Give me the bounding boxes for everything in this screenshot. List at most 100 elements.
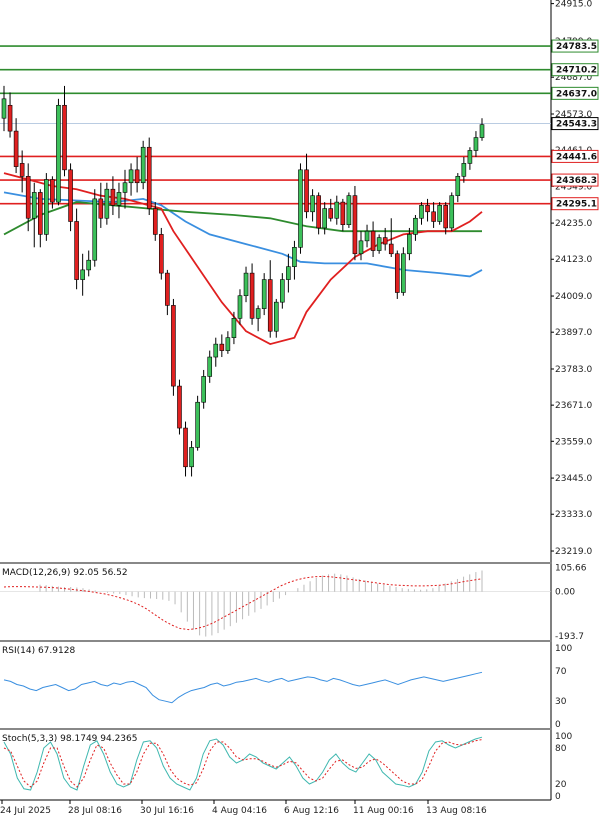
candle (370, 221, 376, 257)
candle (80, 253, 85, 296)
candle (116, 182, 122, 219)
candle-body-down (171, 305, 176, 387)
candle (213, 337, 219, 367)
candle (68, 163, 73, 232)
candle (62, 85, 67, 177)
candle-body-down (177, 385, 182, 429)
candle (388, 218, 394, 257)
candle-body-down (388, 243, 394, 255)
candle (104, 182, 110, 225)
date-label: 6 Aug 12:16 (284, 806, 339, 816)
candle (443, 202, 448, 235)
candle-body-up (292, 247, 297, 267)
candle (376, 234, 382, 254)
candle-body-down (134, 169, 140, 184)
candle-body-down (13, 130, 19, 167)
candle (479, 118, 485, 141)
candle (267, 260, 273, 338)
candle (92, 189, 98, 267)
candle-body-up (346, 195, 352, 226)
panel-separator (0, 640, 552, 642)
date-label: 11 Aug 00:16 (353, 806, 414, 816)
candle (358, 231, 364, 261)
candle (304, 153, 309, 219)
stoch-title: Stoch(5,3,3) 98.1749 94.2365 (2, 734, 137, 744)
candle-body-up (461, 163, 467, 177)
price-tick-label: 23219.0 (555, 547, 592, 557)
candle-body-down (340, 201, 346, 226)
candle (425, 198, 430, 222)
candle (292, 240, 297, 280)
candle (455, 173, 461, 203)
candle-body-up (273, 301, 279, 332)
candle-body-down (165, 272, 170, 306)
candle-body-up (467, 150, 473, 164)
candle (86, 250, 92, 277)
candle-body-up (261, 279, 267, 309)
candle (140, 140, 146, 190)
candle-body-up (92, 198, 98, 261)
candle (159, 227, 164, 280)
candle-body-down (50, 179, 55, 203)
candle (171, 298, 176, 396)
candle-body-up (44, 179, 49, 235)
candle-body-up (334, 201, 340, 219)
candle-body-up (207, 356, 213, 377)
date-label: 13 Aug 08:16 (426, 806, 487, 816)
candle (346, 192, 352, 228)
macd-tick-label: 105.66 (555, 563, 587, 573)
price-tick-label: 24915.0 (555, 0, 592, 10)
date-label: 28 Jul 08:16 (68, 806, 122, 816)
candle-body-down (7, 104, 13, 132)
macd-panel: MACD(12,26,9) 92.05 56.52 105.66 0.00 -193.… (0, 563, 587, 642)
candle (449, 192, 455, 232)
price-tick-label: 23333.0 (555, 510, 592, 520)
candle-body-down (68, 169, 73, 222)
candle (249, 263, 255, 325)
rsi-tick-label: 0 (555, 720, 561, 730)
candle (461, 156, 467, 183)
price-tick-label: 23897.0 (555, 328, 592, 338)
candle (44, 173, 49, 241)
candle-body-down (267, 279, 273, 332)
stoch-panel: Stoch(5,3,3) 98.1749 94.2365 100 80 20 0 (2, 732, 572, 802)
candle-body-down (431, 211, 436, 222)
candle (334, 195, 340, 225)
panel-separator (0, 562, 552, 564)
candle (38, 189, 43, 248)
candle-body-down (110, 188, 116, 206)
rsi-line (3, 671, 483, 704)
candle-body-up (31, 192, 37, 219)
candle (310, 189, 315, 222)
candle (352, 185, 358, 261)
candle-body-up (413, 217, 418, 235)
candle-body-up (401, 253, 406, 293)
rsi-tick-label: 70 (555, 667, 567, 677)
support-level-label: 24441.6 (556, 152, 597, 162)
candle-body-down (394, 253, 400, 293)
candle-body-up (419, 205, 424, 219)
candle (255, 305, 261, 332)
candle-body-up (116, 192, 122, 206)
candle-body-up (1, 98, 7, 119)
candle (146, 137, 152, 216)
candle (122, 169, 128, 209)
candle-body-down (74, 221, 79, 280)
candle-body-down (19, 163, 25, 177)
stoch-tick-label: 100 (555, 732, 572, 742)
candle (298, 163, 303, 254)
candle-body-down (249, 272, 255, 319)
candle (328, 198, 334, 222)
candle-body-up (128, 169, 134, 184)
candle-body-up (407, 234, 412, 255)
candle-body-down (159, 234, 164, 274)
candle-body-down (443, 205, 448, 229)
candle-body-up (479, 124, 485, 138)
stoch-tick-label: 0 (555, 792, 561, 802)
support-level-label: 24368.3 (556, 176, 597, 186)
candle-body-up (364, 230, 370, 242)
candle-body-down (38, 192, 43, 235)
candle (364, 224, 370, 248)
rsi-tick-label: 30 (555, 697, 567, 707)
resistance-level-label: 24637.0 (556, 89, 597, 99)
